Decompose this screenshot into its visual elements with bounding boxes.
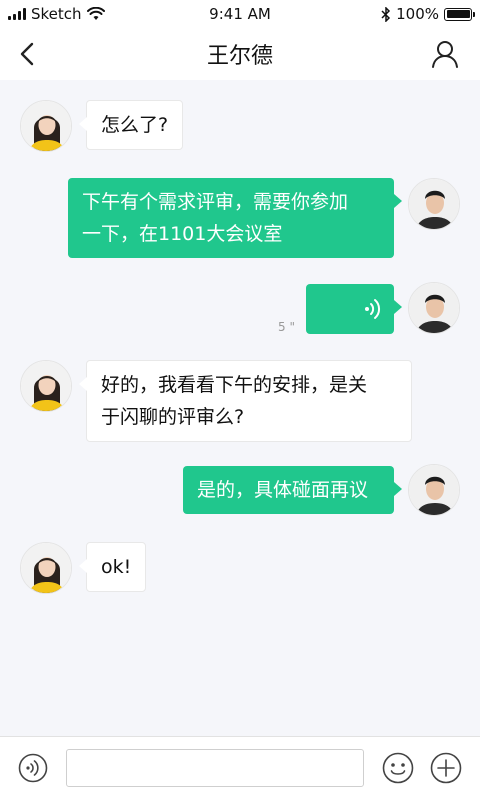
self-avatar-icon [409, 283, 459, 333]
input-bar [0, 736, 480, 800]
self-avatar-icon [409, 465, 459, 515]
message-text: ok! [101, 556, 132, 578]
self-avatar-icon [409, 179, 459, 229]
status-bar: Sketch 9:41 AM 100% [0, 0, 480, 28]
emoji-icon[interactable] [382, 752, 414, 784]
contact-avatar-icon [21, 101, 71, 151]
bluetooth-icon [381, 6, 391, 22]
contact-avatar-icon [21, 543, 71, 593]
battery-label: 100% [396, 5, 439, 23]
page-title: 王尔德 [206, 44, 273, 69]
nav-bar: 王尔德 [0, 28, 480, 80]
message-bubble[interactable]: 下午有个需求评审，需要你参加 一下，在1101大会议室 [68, 178, 402, 258]
message-text: 下午有个需求评审，需要你参加 [82, 191, 349, 213]
message-bubble[interactable]: ok! [78, 542, 147, 592]
message-text: 一下，在1101大会议室 [82, 223, 283, 245]
voice-duration: 5 " [278, 320, 295, 334]
avatar[interactable] [408, 464, 460, 516]
user-icon[interactable] [430, 39, 460, 69]
avatar[interactable] [408, 282, 460, 334]
avatar[interactable] [20, 360, 72, 412]
message-text: 于闪聊的评审么? [101, 406, 245, 428]
message-text: 怎么了? [101, 114, 169, 136]
message-bubble[interactable]: 是的，具体碰面再议 [183, 466, 402, 514]
battery-icon [444, 7, 475, 21]
plus-icon[interactable] [430, 752, 462, 784]
message-bubble[interactable]: 好的，我看看下午的安排，是关 于闪聊的评审么? [79, 360, 412, 442]
avatar[interactable] [20, 542, 72, 594]
message-text: 好的，我看看下午的安排，是关 [101, 374, 368, 396]
voice-message-bubble[interactable] [306, 284, 402, 334]
contact-avatar-icon [21, 361, 71, 411]
avatar[interactable] [408, 178, 460, 230]
message-input[interactable] [66, 749, 364, 787]
avatar[interactable] [20, 100, 72, 152]
voice-icon[interactable] [18, 753, 48, 783]
message-bubble[interactable]: 怎么了? [78, 100, 184, 150]
voice-wave-icon [365, 299, 381, 319]
chat-area[interactable]: 怎么了? 下午有个需求评审，需要你参加 一下，在1101大会议室 5 " 好的，… [0, 80, 480, 736]
status-right: 100% [381, 5, 475, 23]
message-text: 是的，具体碰面再议 [197, 479, 369, 501]
